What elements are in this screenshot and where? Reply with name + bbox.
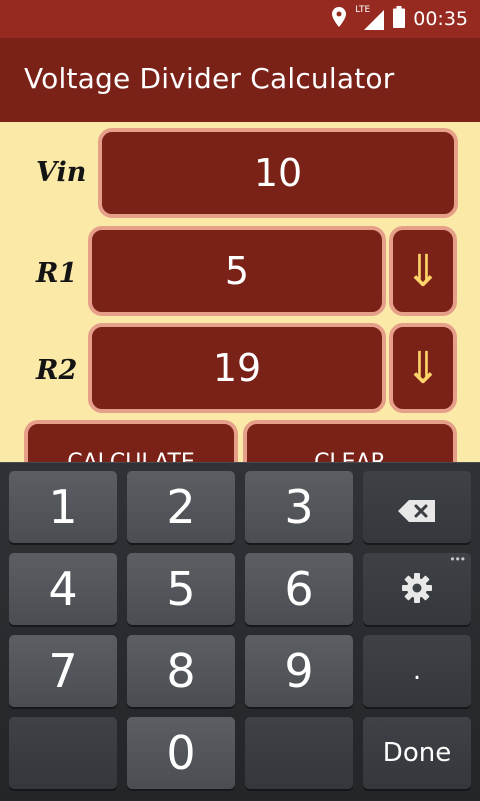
done-key[interactable]: Done xyxy=(363,717,471,789)
blank-key-right[interactable] xyxy=(245,717,353,789)
r1-label: R1 xyxy=(36,258,78,289)
vin-input[interactable]: 10 xyxy=(98,128,458,218)
key-4[interactable]: 4 xyxy=(9,553,117,625)
more-options-indicator: ••• xyxy=(450,552,466,566)
r2-unit-button[interactable]: ⇓ xyxy=(389,323,457,413)
app-bar: Voltage Divider Calculator xyxy=(0,38,480,122)
numeric-keyboard: 1 2 3 4 5 6 7 8 9 . 0 Done xyxy=(0,462,480,801)
backspace-key[interactable] xyxy=(363,471,471,543)
status-icons: LTE 00:35 xyxy=(331,0,468,38)
calculate-button[interactable]: CALCULATE xyxy=(24,420,238,462)
double-down-arrow-icon: ⇓ xyxy=(404,342,442,394)
double-down-arrow-icon: ⇓ xyxy=(404,245,442,297)
clear-button[interactable]: CLEAR xyxy=(243,420,457,462)
key-2[interactable]: 2 xyxy=(127,471,235,543)
r1-input[interactable]: 5 xyxy=(88,226,386,316)
calculator-form: Vin 10 R1 5 ⇓ R2 19 ⇓ CALCULATE CLEAR xyxy=(0,122,480,462)
key-9[interactable]: 9 xyxy=(245,635,353,707)
key-0[interactable]: 0 xyxy=(127,717,235,789)
status-bar: LTE 00:35 xyxy=(0,0,480,38)
app-title: Voltage Divider Calculator xyxy=(24,62,395,95)
status-time: 00:35 xyxy=(413,8,468,30)
key-3[interactable]: 3 xyxy=(245,471,353,543)
key-5[interactable]: 5 xyxy=(127,553,235,625)
key-1[interactable]: 1 xyxy=(9,471,117,543)
r1-unit-button[interactable]: ⇓ xyxy=(389,226,457,316)
key-8[interactable]: 8 xyxy=(127,635,235,707)
location-icon xyxy=(331,6,347,33)
r2-label: R2 xyxy=(36,355,78,386)
key-6[interactable]: 6 xyxy=(245,553,353,625)
r2-input[interactable]: 19 xyxy=(88,323,386,413)
backspace-icon xyxy=(397,480,437,534)
vin-label: Vin xyxy=(36,157,87,188)
gear-icon xyxy=(400,562,434,616)
signal-icon: LTE xyxy=(355,5,385,31)
battery-icon xyxy=(393,5,406,33)
blank-key-left[interactable] xyxy=(9,717,117,789)
key-decimal[interactable]: . xyxy=(363,635,471,707)
key-7[interactable]: 7 xyxy=(9,635,117,707)
